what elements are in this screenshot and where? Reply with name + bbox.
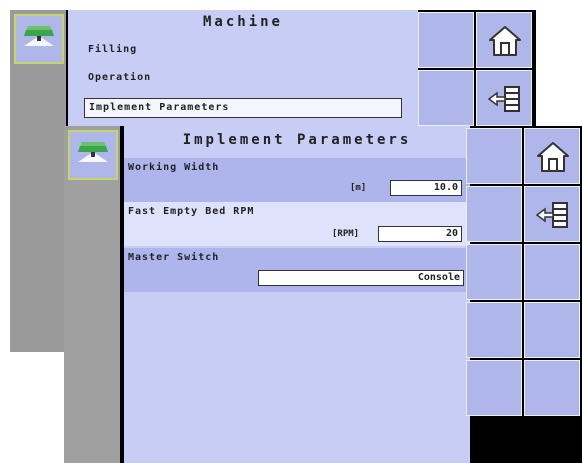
spreader-app-button[interactable]: [14, 14, 64, 64]
param-label: Fast Empty Bed RPM: [128, 206, 255, 217]
menu-item-filling[interactable]: Filling: [88, 44, 137, 55]
implement-parameters-panel: Implement Parameters Working Width [m] 1…: [124, 126, 470, 463]
left-bar: [64, 126, 120, 463]
menu-item-implement-parameters[interactable]: Implement Parameters: [84, 98, 402, 118]
home-icon: [537, 142, 569, 172]
spreader-app-button[interactable]: [68, 130, 118, 180]
param-label: Working Width: [128, 162, 220, 173]
back-button[interactable]: [476, 70, 532, 126]
menu-item-operation[interactable]: Operation: [88, 72, 151, 83]
spreader-icon: [78, 142, 108, 162]
param-unit: [m]: [350, 183, 367, 193]
fast-empty-bed-rpm-value[interactable]: 20: [378, 226, 462, 242]
home-button[interactable]: [524, 128, 580, 184]
param-unit: [RPM]: [332, 229, 360, 239]
home-button[interactable]: [476, 12, 532, 68]
page-title: Implement Parameters: [182, 132, 412, 148]
master-switch-value[interactable]: Console: [258, 270, 464, 286]
back-arrow-list-icon: [535, 202, 568, 228]
softkey-blank-2[interactable]: [466, 186, 522, 242]
working-width-value[interactable]: 10.0: [390, 180, 462, 196]
back-button[interactable]: [524, 186, 580, 242]
spreader-icon: [24, 26, 54, 46]
softkey-blank-1[interactable]: [466, 128, 522, 184]
back-arrow-list-icon: [487, 86, 520, 112]
param-row-fast-empty-bed-rpm[interactable]: Fast Empty Bed RPM [RPM] 20: [124, 202, 470, 246]
softkey-blank-3[interactable]: [466, 244, 522, 300]
left-bar: [10, 10, 66, 352]
home-icon: [489, 26, 521, 56]
implement-parameters-screen: Implement Parameters Working Width [m] 1…: [64, 126, 582, 463]
param-row-working-width[interactable]: Working Width [m] 10.0: [124, 158, 470, 202]
page-title: Machine: [202, 14, 283, 30]
caption-strip: [0, 0, 260, 9]
softkey-blank-8[interactable]: [524, 360, 580, 416]
param-row-master-switch[interactable]: Master Switch Console: [124, 248, 470, 292]
softkey-blank-2[interactable]: [418, 70, 474, 126]
softkey-blank-4[interactable]: [524, 244, 580, 300]
softkey-blank-6[interactable]: [524, 302, 580, 358]
param-label: Master Switch: [128, 252, 220, 263]
softkey-blank-7[interactable]: [466, 360, 522, 416]
softkey-blank-5[interactable]: [466, 302, 522, 358]
softkey-blank-1[interactable]: [418, 12, 474, 68]
machine-menu-panel: Machine Filling Operation Implement Para…: [68, 10, 418, 130]
